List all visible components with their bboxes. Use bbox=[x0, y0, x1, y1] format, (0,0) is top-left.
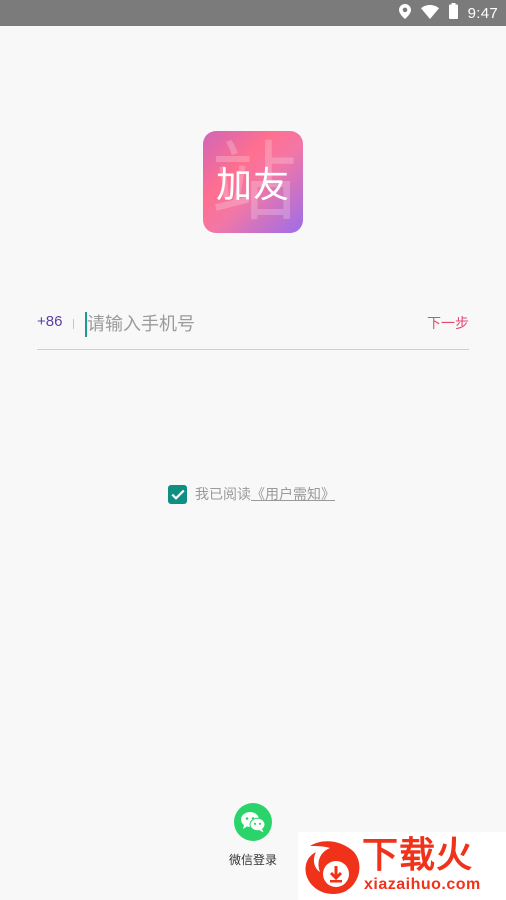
wechat-login-label: 微信登录 bbox=[228, 853, 277, 867]
status-time: 9:47 bbox=[467, 4, 498, 22]
country-code-divider bbox=[73, 319, 74, 329]
status-icons: 9:47 bbox=[398, 0, 498, 26]
status-bar: 9:47 bbox=[0, 0, 506, 26]
next-step-button[interactable]: 下一步 bbox=[427, 313, 469, 333]
phone-number-input[interactable] bbox=[87, 308, 387, 340]
site-watermark: 下载火 xiazaihuo.com bbox=[298, 832, 506, 900]
country-code[interactable]: +86 bbox=[37, 313, 62, 330]
battery-icon bbox=[448, 3, 458, 23]
watermark-title: 下载火 bbox=[362, 835, 474, 876]
phone-input-row: +86 下一步 bbox=[37, 300, 469, 350]
app-logo: 站 加友 bbox=[203, 131, 303, 233]
wechat-icon bbox=[241, 812, 266, 833]
agreement-text: 我已阅读 bbox=[195, 487, 251, 503]
checkmark-icon bbox=[170, 489, 185, 500]
flame-logo-icon bbox=[305, 841, 360, 894]
agreement-checkbox[interactable] bbox=[168, 484, 187, 504]
location-icon bbox=[398, 3, 411, 23]
wifi-icon bbox=[420, 4, 439, 23]
user-notice-link[interactable]: 《用户需知》 bbox=[251, 484, 335, 504]
agreement-row: 我已阅读 《用户需知》 bbox=[168, 484, 335, 504]
login-screen: 9:47 站 加友 +86 下一步 我已阅读 《用户需知》 bbox=[0, 0, 506, 900]
logo-text: 加友 bbox=[215, 165, 290, 206]
wechat-login-button[interactable] bbox=[234, 803, 272, 841]
watermark-url: xiazaihuo.com bbox=[364, 876, 481, 893]
